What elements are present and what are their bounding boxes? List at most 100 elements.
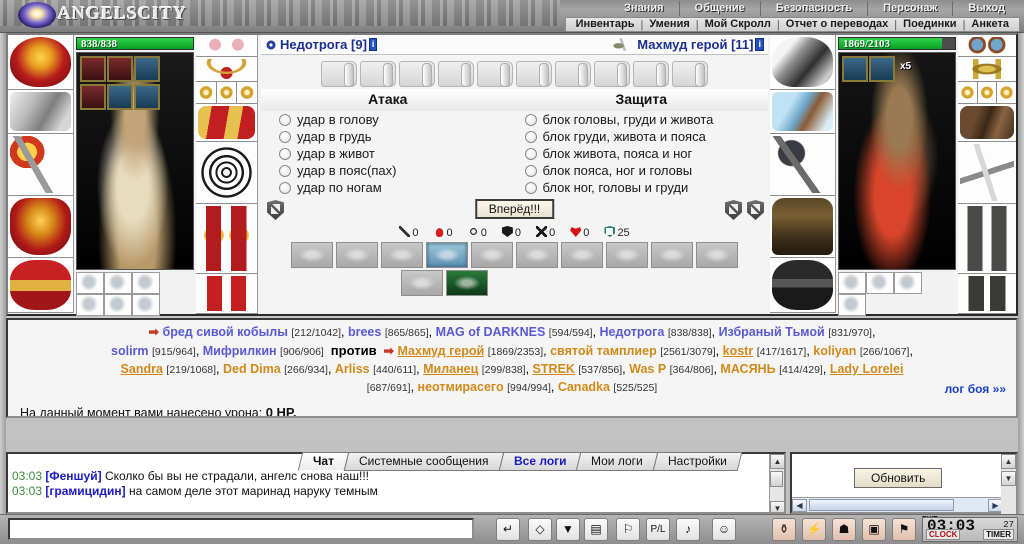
scroll-thumb[interactable] (770, 471, 783, 487)
attack-option-belly[interactable]: удар в живот (261, 145, 515, 162)
ring-slot[interactable] (997, 82, 1016, 103)
radio-icon[interactable] (524, 164, 537, 177)
defense-option-1[interactable]: блок головы, груди и живота (515, 111, 769, 128)
defense-option-5[interactable]: блок ног, головы и груди (515, 179, 769, 196)
scroll-up-icon[interactable]: ▲ (770, 454, 784, 469)
right-scrollbar[interactable]: ▲ ▼ (1001, 454, 1016, 514)
equip-slot-belt[interactable] (8, 258, 73, 313)
menu-item-inventory[interactable]: Инвентарь (570, 18, 641, 31)
ring-slot[interactable] (217, 82, 238, 103)
equip-slot-cloak-r[interactable] (770, 196, 835, 258)
mini-slot[interactable] (842, 56, 868, 82)
participant-name[interactable]: STREK (533, 362, 575, 376)
scroll-slot[interactable] (399, 61, 435, 87)
participant-name[interactable]: Canadka (558, 380, 610, 394)
menu-item-znaniya[interactable]: Знания (609, 1, 678, 16)
ability-shield[interactable] (291, 242, 333, 268)
participant-name[interactable]: Миланец (423, 362, 478, 376)
menu-item-my-scroll[interactable]: Мой Скролл (699, 18, 777, 31)
shield-swap-icon[interactable] (725, 200, 742, 220)
radio-icon[interactable] (524, 181, 537, 194)
equip-slot-weapon-r[interactable] (770, 134, 835, 196)
smiley-icon[interactable]: ☺ (712, 518, 736, 541)
equip-slot-rings[interactable] (196, 82, 257, 104)
equip-slot-belt-r[interactable] (770, 258, 835, 313)
eraser-icon[interactable]: ◇ (528, 518, 552, 541)
left-player-name-block[interactable]: Недотрога [9] i (265, 37, 378, 52)
mini-slot[interactable] (869, 56, 895, 82)
defense-option-4[interactable]: блок пояса, ног и головы (515, 162, 769, 179)
scroll-slot[interactable] (360, 61, 396, 87)
mini-slot[interactable] (134, 84, 160, 110)
equip-slot-cuirass[interactable] (8, 196, 73, 258)
equip-slot-earrings-r[interactable] (958, 35, 1016, 57)
effect-slot[interactable] (104, 294, 132, 316)
menu-item-transfer-report[interactable]: Отчет о переводах (780, 18, 895, 31)
horizontal-scrollbar[interactable]: ◀ ▶ (792, 497, 1003, 512)
shield-refresh-icon[interactable] (747, 200, 764, 220)
pl-ratio-icon[interactable]: P/L (646, 518, 670, 541)
radio-icon[interactable] (524, 130, 537, 143)
ability-hat[interactable] (471, 242, 513, 268)
scroll-slot[interactable] (633, 61, 669, 87)
equip-slot-bracers[interactable] (8, 90, 73, 134)
scroll-slot[interactable] (477, 61, 513, 87)
potion-icon[interactable]: ⚱ (772, 518, 796, 541)
defense-option-2[interactable]: блок груди, живота и пояса (515, 128, 769, 145)
scroll-slot[interactable] (516, 61, 552, 87)
equip-slot-amulet-r[interactable] (958, 57, 1016, 82)
equip-slot-gauntlets[interactable] (196, 104, 257, 142)
ability-head[interactable] (381, 242, 423, 268)
effect-slot[interactable] (838, 272, 866, 294)
equip-slot-earrings[interactable] (196, 35, 257, 57)
effect-slot[interactable] (838, 294, 866, 316)
menu-item-profile[interactable]: Анкета (965, 18, 1015, 31)
participant-name[interactable]: неотмирасего (418, 380, 504, 394)
attack-option-head[interactable]: удар в голову (261, 111, 515, 128)
ability-hand[interactable] (651, 242, 693, 268)
tab-settings[interactable]: Настройки (652, 452, 742, 471)
scroll-left-icon[interactable]: ◀ (792, 499, 807, 512)
radio-icon[interactable] (279, 181, 291, 194)
attack-option-chest[interactable]: удар в грудь (261, 128, 515, 145)
scroll-up-icon[interactable]: ▲ (1001, 454, 1016, 469)
radio-icon[interactable] (524, 113, 537, 126)
refresh-button[interactable]: Обновить (854, 468, 943, 488)
scroll-down-icon[interactable]: ▼ (770, 501, 784, 512)
h-scroll-thumb[interactable] (809, 499, 954, 511)
ability-crossed-blades[interactable] (516, 242, 558, 268)
chat-user[interactable]: [Феншуй] (45, 469, 101, 483)
mini-slot[interactable] (80, 56, 106, 82)
ring-slot[interactable] (978, 82, 998, 103)
enter-arrow-icon[interactable]: ↵ (496, 518, 520, 541)
ring-slot[interactable] (237, 82, 257, 103)
chat-scrollbar[interactable]: ▲ ▼ (769, 454, 784, 512)
participant-name[interactable]: Sandra (121, 362, 163, 376)
lightning-icon[interactable]: ⚡ (802, 518, 826, 541)
participant-name[interactable]: Arliss (335, 362, 370, 376)
menu-item-obshchenie[interactable]: Общение (678, 1, 760, 16)
ring-slot[interactable] (958, 82, 978, 103)
participant-name[interactable]: Избраный Тьмой (719, 325, 825, 339)
ability-swipe[interactable] (336, 242, 378, 268)
defense-option-3[interactable]: блок живота, пояса и ног (515, 145, 769, 162)
equip-slot-gauntlets-r[interactable] (958, 104, 1016, 142)
scroll-slot[interactable] (594, 61, 630, 87)
equip-slot-necklace[interactable] (196, 57, 257, 82)
effect-slot[interactable] (894, 272, 922, 294)
menu-item-personazh[interactable]: Персонаж (867, 1, 952, 16)
save-icon[interactable]: ▤ (584, 518, 608, 541)
ability-crossed-daggers[interactable] (401, 270, 443, 296)
mini-slot[interactable] (80, 84, 106, 110)
effect-slot[interactable] (132, 294, 160, 316)
participant-name[interactable]: Ded Dima (223, 362, 281, 376)
radio-icon[interactable] (279, 147, 291, 160)
participant-name[interactable]: Махмуд герой (397, 344, 484, 358)
filter-icon[interactable]: ▼ (556, 518, 580, 541)
participant-name[interactable]: святой тамплиер (550, 344, 657, 358)
radio-icon[interactable] (279, 113, 291, 126)
ability-green-poison[interactable] (446, 270, 488, 296)
bag-icon[interactable]: ▣ (862, 518, 886, 541)
tab-system-messages[interactable]: Системные сообщения (343, 452, 504, 471)
participant-name[interactable]: Недотрога (600, 325, 665, 339)
